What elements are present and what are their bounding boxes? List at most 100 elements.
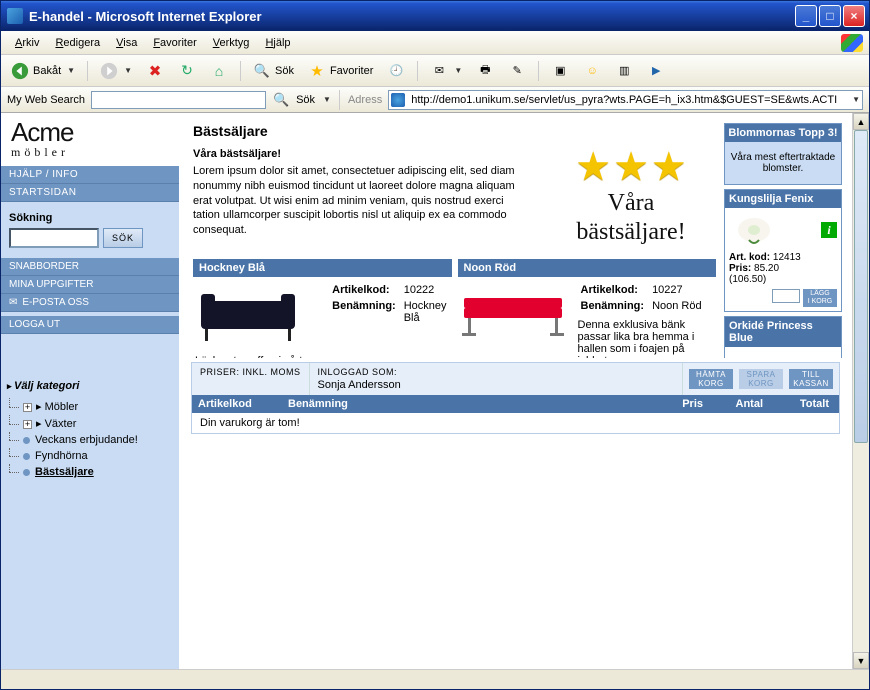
menu-hjalp[interactable]: Hjälp: [257, 34, 298, 52]
tree-item-vaxter[interactable]: +▸ Växter: [9, 415, 173, 432]
window-maximize-button[interactable]: □: [819, 5, 841, 27]
star-icon: ★: [575, 147, 611, 187]
sidebar-search-input[interactable]: [9, 228, 99, 248]
bullet-icon: [23, 453, 30, 460]
back-icon: [11, 62, 29, 80]
edit-button[interactable]: ✎: [504, 60, 530, 82]
expand-icon[interactable]: +: [23, 403, 32, 412]
rail-code: 12413: [773, 252, 801, 263]
product-name: Noon Röd: [649, 299, 705, 313]
my-web-search-label: My Web Search: [7, 94, 85, 106]
edit-icon: ✎: [508, 62, 526, 80]
mail-icon: ✉: [9, 297, 17, 308]
page-icon: [391, 93, 405, 107]
menu-verktyg[interactable]: Verktyg: [205, 34, 258, 52]
vertical-scrollbar[interactable]: ▲ ▼: [852, 113, 869, 669]
misc-button-4[interactable]: ▶: [643, 60, 669, 82]
window-icon: ▥: [615, 62, 633, 80]
expand-icon[interactable]: +: [23, 420, 32, 429]
mail-button[interactable]: ✉▼: [426, 60, 466, 82]
load-cart-button[interactable]: HÄMTAKORG: [689, 369, 733, 389]
sidebar-search-button[interactable]: SÖK: [103, 228, 143, 248]
cart-empty-message: Din varukorg är tom!: [192, 413, 839, 433]
forward-button[interactable]: ▼: [96, 60, 136, 82]
smiley-icon: ☺: [583, 62, 601, 80]
promo-body: Våra mest eftertraktade blomster.: [725, 142, 841, 184]
misc-button-2[interactable]: ☺: [579, 60, 605, 82]
rail-product-heading: Orkidé Princess Blue: [725, 317, 841, 347]
product-desc: Denna exklusiva bänk passar lika bra hem…: [576, 315, 717, 358]
my-web-search-input[interactable]: [91, 91, 266, 109]
window-close-button[interactable]: ×: [843, 5, 865, 27]
refresh-button[interactable]: ↻: [174, 60, 200, 82]
sidebar-link-uppgifter[interactable]: MINA UPPGIFTER: [1, 276, 179, 294]
back-button[interactable]: Bakåt ▼: [7, 60, 79, 82]
menu-redigera[interactable]: Redigera: [47, 34, 108, 52]
product-code: 10227: [649, 283, 705, 297]
rail-incl: (106.50): [729, 274, 766, 285]
scroll-up-button[interactable]: ▲: [853, 113, 869, 130]
cart-header-row: Artikelkod Benämning Pris Antal Totalt: [192, 395, 839, 413]
page-icon: ▣: [551, 62, 569, 80]
tree-item-fynd[interactable]: Fyndhörna: [9, 448, 173, 464]
bullet-icon: [23, 437, 30, 444]
intro-text: Våra bästsäljare! Lorem ipsum dolor sit …: [193, 147, 526, 245]
logo: Acme möbler: [1, 113, 179, 166]
address-bar: My Web Search 🔍 Sök▼ Adress ▼: [1, 87, 869, 113]
chevron-down-icon[interactable]: ▼: [852, 95, 860, 104]
tree-item-mobler[interactable]: +▸ Möbler: [9, 398, 173, 415]
search-button[interactable]: 🔍Sök: [249, 60, 298, 82]
product-heading: Noon Röd: [458, 259, 717, 277]
add-to-cart-button[interactable]: LÄGGI KORG: [803, 289, 837, 307]
url-field-wrapper[interactable]: ▼: [388, 90, 863, 110]
scroll-track[interactable]: [853, 130, 869, 652]
scroll-thumb[interactable]: [854, 130, 868, 443]
checkout-button[interactable]: TILLKASSAN: [789, 369, 833, 389]
promo-heading: Blommornas Topp 3!: [725, 124, 841, 142]
favorites-button[interactable]: ★Favoriter: [304, 60, 377, 82]
sidebar-link-help[interactable]: HJÄLP / INFO: [1, 166, 179, 184]
search-icon: 🔍: [253, 62, 271, 80]
product-desc: Läckraste soffan i vårt sortiment.: [193, 351, 319, 358]
menu-visa[interactable]: Visa: [108, 34, 145, 52]
menu-favoriter[interactable]: Favoriter: [145, 34, 204, 52]
sidebar-link-logout[interactable]: LOGGA UT: [1, 316, 179, 334]
tree-item-veckans[interactable]: Veckans erbjudande!: [9, 432, 173, 448]
scroll-down-button[interactable]: ▼: [853, 652, 869, 669]
sok-label[interactable]: Sök: [296, 94, 315, 106]
history-icon: 🕘: [387, 62, 405, 80]
bullet-icon: [23, 469, 30, 476]
sidebar-link-start[interactable]: STARTSIDAN: [1, 184, 179, 202]
forward-icon: [100, 62, 118, 80]
quantity-input[interactable]: [772, 289, 800, 303]
sidebar-link-snabborder[interactable]: SNABBORDER: [1, 258, 179, 276]
sidebar-link-eposta[interactable]: ✉E-POSTA OSS: [1, 294, 179, 312]
flower-image: [729, 212, 779, 248]
menu-arkiv[interactable]: Arkiv: [7, 34, 47, 52]
window-title: E-handel - Microsoft Internet Explorer: [29, 9, 795, 24]
home-icon: ⌂: [210, 62, 228, 80]
mail-icon: ✉: [430, 62, 448, 80]
save-cart-button[interactable]: SPARAKORG: [739, 369, 783, 389]
print-button[interactable]: 🖶: [472, 60, 498, 82]
url-input[interactable]: [408, 91, 850, 109]
flower-image: [729, 351, 779, 358]
search-icon: 🔍: [272, 91, 290, 109]
sidebar: Acme möbler HJÄLP / INFO STARTSIDAN Sökn…: [1, 113, 179, 669]
home-button[interactable]: ⌂: [206, 60, 232, 82]
stop-button[interactable]: ✖: [142, 60, 168, 82]
star-icon: ★: [308, 62, 326, 80]
product-code: 10222: [401, 283, 450, 297]
rail-price: 85.20: [754, 263, 779, 274]
misc-button-3[interactable]: ▥: [611, 60, 637, 82]
stop-icon: ✖: [146, 62, 164, 80]
status-bar: [1, 669, 869, 689]
history-button[interactable]: 🕘: [383, 60, 409, 82]
cart-strip: PRISER: INKL. MOMS INLOGGAD SOM: Sonja A…: [191, 362, 840, 434]
misc-button-1[interactable]: ▣: [547, 60, 573, 82]
tree-item-bastsaljare[interactable]: Bästsäljare: [9, 464, 173, 480]
info-icon[interactable]: i: [821, 222, 837, 238]
product-image: [458, 281, 568, 351]
window-titlebar: E-handel - Microsoft Internet Explorer _…: [1, 1, 869, 31]
window-minimize-button[interactable]: _: [795, 5, 817, 27]
